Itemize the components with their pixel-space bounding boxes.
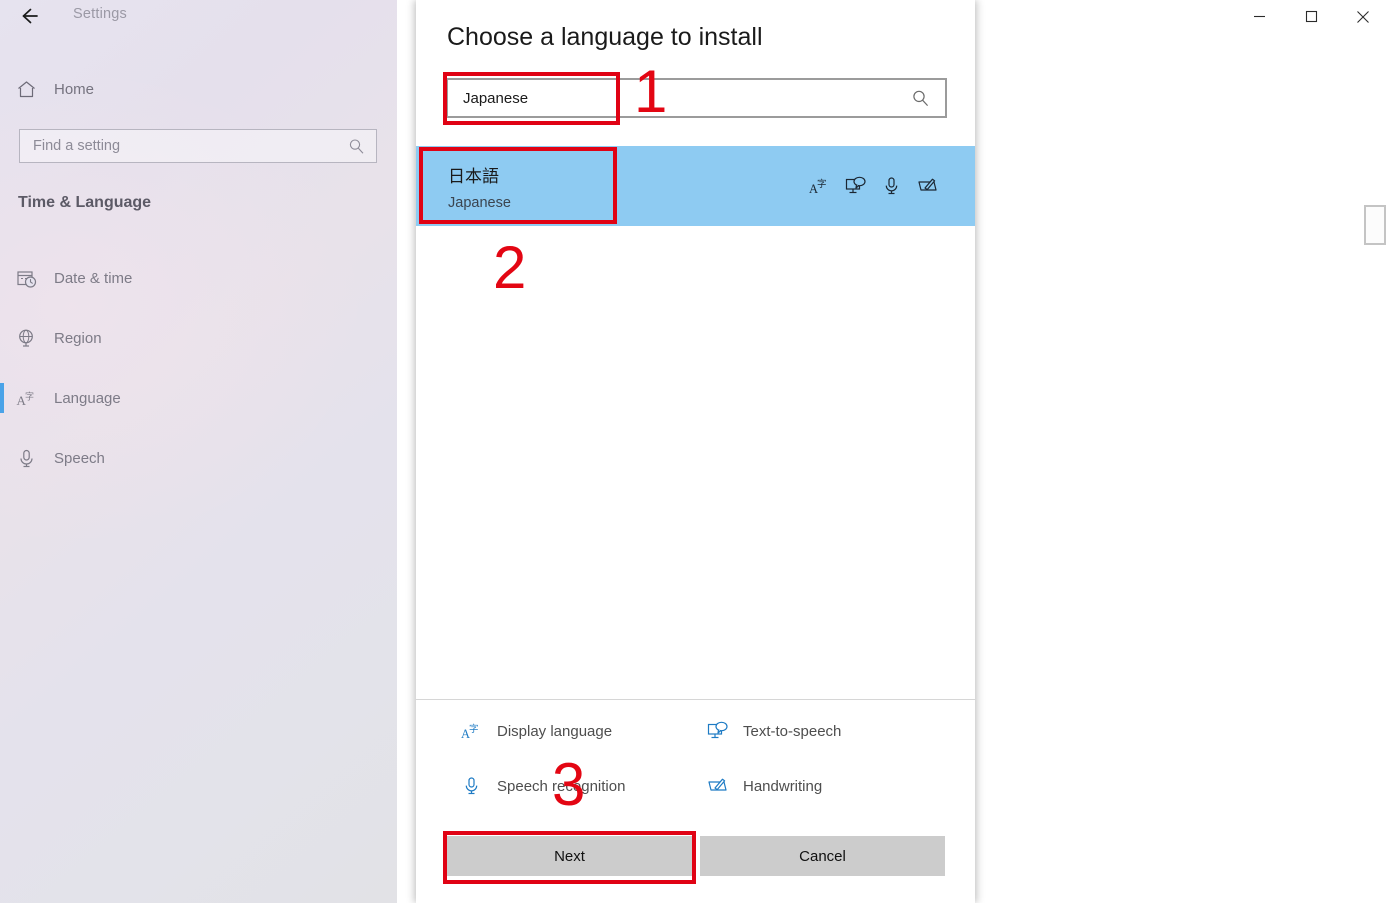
- text-to-speech-icon: [707, 720, 729, 742]
- sidebar-item-region-label: Region: [54, 329, 102, 347]
- next-button[interactable]: Next: [447, 836, 692, 876]
- legend-label: Speech recognition: [497, 777, 626, 795]
- legend-item-speech-recognition: Speech recognition: [461, 775, 625, 797]
- calendar-clock-icon: [16, 268, 46, 289]
- speech-recognition-icon: [461, 775, 483, 797]
- sidebar-item-speech-label: Speech: [54, 449, 105, 467]
- find-setting-input[interactable]: Find a setting: [19, 129, 377, 163]
- globe-icon: [16, 328, 46, 349]
- sidebar-item-date-time[interactable]: Date & time: [0, 257, 397, 299]
- sidebar-item-region[interactable]: Region: [0, 317, 397, 359]
- sidebar-item-home-label: Home: [54, 80, 95, 98]
- cancel-button[interactable]: Cancel: [700, 836, 945, 876]
- svg-text:字: 字: [25, 390, 34, 402]
- legend-label: Display language: [497, 722, 613, 740]
- sidebar-item-home[interactable]: Home: [0, 70, 397, 108]
- legend-item-display-language: A 字 Display language: [461, 720, 612, 742]
- handwriting-icon: [707, 775, 729, 797]
- background-partial-control: [1364, 205, 1386, 245]
- text-to-speech-icon: [845, 175, 867, 197]
- legend-label: Handwriting: [743, 777, 823, 795]
- back-arrow-icon[interactable]: [12, 3, 46, 29]
- language-english-name: Japanese: [448, 194, 511, 211]
- minimize-icon[interactable]: [1233, 0, 1285, 33]
- legend-item-handwriting: Handwriting: [707, 775, 822, 797]
- search-icon[interactable]: [911, 89, 930, 108]
- home-icon: [16, 79, 46, 100]
- find-setting-placeholder: Find a setting: [33, 138, 121, 154]
- display-language-icon: A 字: [809, 175, 831, 197]
- close-icon[interactable]: [1337, 0, 1389, 33]
- legend-label: Text-to-speech: [743, 722, 842, 740]
- handwriting-icon: [917, 175, 939, 197]
- choose-language-dialog: Choose a language to install Japanese 日本…: [416, 0, 975, 903]
- dialog-title: Choose a language to install: [447, 23, 763, 51]
- sidebar-item-language[interactable]: A 字 Language: [0, 377, 397, 419]
- list-item[interactable]: 日本語 Japanese A 字: [416, 146, 975, 226]
- window-title: Settings: [73, 6, 127, 22]
- sidebar-item-speech[interactable]: Speech: [0, 437, 397, 479]
- microphone-icon: [16, 448, 46, 469]
- capability-legend: A 字 Display language Text-to-speech Spee…: [416, 701, 975, 826]
- language-icon: A 字: [16, 388, 46, 409]
- language-names: 日本語 Japanese: [448, 162, 511, 211]
- language-results-list: 日本語 Japanese A 字: [416, 146, 975, 700]
- svg-text:字: 字: [817, 178, 827, 190]
- display-language-icon: A 字: [461, 720, 483, 742]
- app-root: Settings Home Find a setting Time & Lang…: [0, 0, 1389, 903]
- speech-recognition-icon: [881, 175, 903, 197]
- dialog-button-row: Next Cancel: [416, 836, 975, 882]
- legend-item-text-to-speech: Text-to-speech: [707, 720, 841, 742]
- sidebar-item-date-time-label: Date & time: [54, 269, 133, 287]
- language-native-name: 日本語: [448, 166, 499, 186]
- sidebar-section-header: Time & Language: [18, 194, 152, 211]
- sidebar-item-language-label: Language: [54, 389, 121, 407]
- language-capability-icons: A 字: [809, 175, 939, 197]
- maximize-icon[interactable]: [1285, 0, 1337, 33]
- search-icon: [348, 138, 365, 155]
- window-controls: [1233, 0, 1389, 33]
- language-search-input[interactable]: Japanese: [446, 78, 947, 118]
- selection-accent-bar: [0, 383, 4, 413]
- svg-text:字: 字: [469, 723, 479, 735]
- language-search-value: Japanese: [463, 89, 529, 107]
